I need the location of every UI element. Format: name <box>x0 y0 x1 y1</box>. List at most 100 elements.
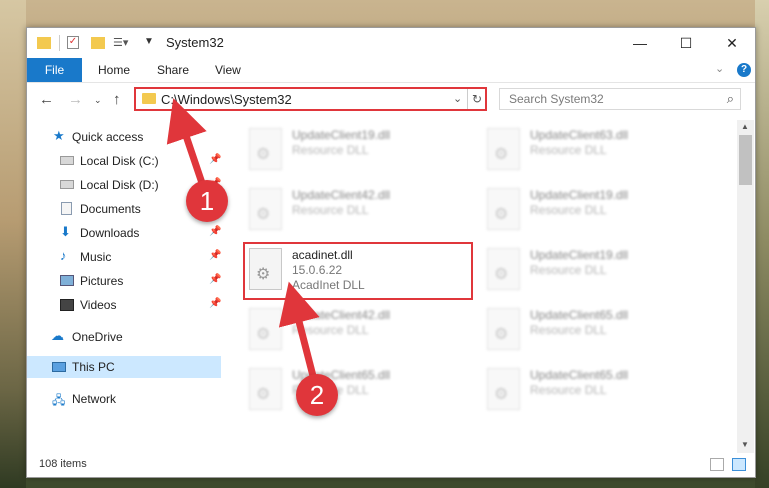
sidebar-item-label: This PC <box>72 360 115 374</box>
navigation-bar: ← → ⌄ ↑ C:\Windows\System32 ⌄ ↻ Search S… <box>27 83 755 117</box>
file-description: Resource DLL <box>530 263 607 277</box>
new-folder-icon[interactable] <box>91 37 105 49</box>
address-dropdown-icon[interactable]: ⌄ <box>453 92 462 105</box>
recent-locations-chevron-icon[interactable]: ⌄ <box>94 95 102 106</box>
forward-arrow-icon[interactable]: → <box>68 91 83 108</box>
file-name: UpdateClient19.dll <box>530 248 629 262</box>
maximize-button[interactable]: ☐ <box>663 28 709 58</box>
file-name: UpdateClient42.dll <box>292 188 391 202</box>
dll-file-icon: ⚙ <box>249 188 282 230</box>
file-name: UpdateClient65.dll <box>530 368 629 382</box>
file-description: Resource DLL <box>530 143 607 157</box>
pin-icon[interactable]: 📌 <box>209 226 221 237</box>
dll-file-icon: ⚙ <box>487 308 520 350</box>
properties-icon[interactable]: ✓ <box>67 36 79 49</box>
file-tile[interactable]: ⚙ UpdateClient19.dll Resource DLL <box>487 184 717 234</box>
gear-icon: ⚙ <box>256 146 271 163</box>
pin-icon[interactable]: 📌 <box>209 250 221 261</box>
file-name: UpdateClient19.dll <box>292 128 391 142</box>
tab-view[interactable]: View <box>215 58 241 82</box>
highlight-box-acadinet <box>243 242 473 300</box>
sidebar-item-videos[interactable]: Videos 📌 <box>27 294 221 316</box>
ribbon: File Home Share View ⌄ ? <box>27 58 755 83</box>
refresh-icon[interactable]: ↻ <box>467 89 486 109</box>
file-description: Resource DLL <box>530 203 607 217</box>
step-2-badge: 2 <box>296 374 338 416</box>
pin-icon[interactable]: 📌 <box>209 154 221 165</box>
file-name: UpdateClient65.dll <box>530 308 629 322</box>
gear-icon: ⚙ <box>256 206 271 223</box>
sidebar-item-onedrive[interactable]: ☁ OneDrive <box>27 326 221 348</box>
file-tile[interactable]: ⚙ UpdateClient19.dll Resource DLL <box>487 244 717 294</box>
tab-share[interactable]: Share <box>157 58 189 82</box>
scrollbar-thumb[interactable] <box>739 135 752 185</box>
sidebar-item-label: Downloads <box>80 226 140 240</box>
computer-icon <box>52 362 66 372</box>
file-description: Resource DLL <box>530 323 607 337</box>
file-explorer-window: ✓ ☰▾ ▼ System32 — ☐ ✕ File Home Share Vi… <box>26 27 756 478</box>
address-path[interactable]: C:\Windows\System32 <box>161 92 292 107</box>
sidebar-item-label: OneDrive <box>72 330 123 344</box>
back-arrow-icon[interactable]: ← <box>39 91 54 108</box>
details-view-icon[interactable] <box>710 458 724 471</box>
dll-file-icon: ⚙ <box>487 368 520 410</box>
file-tile[interactable]: ⚙ UpdateClient63.dll Resource DLL <box>487 124 717 174</box>
file-name: UpdateClient42.dll <box>292 308 391 322</box>
dll-file-icon: ⚙ <box>249 368 282 410</box>
close-button[interactable]: ✕ <box>709 28 755 58</box>
large-icons-view-icon[interactable] <box>732 458 746 471</box>
videos-icon <box>60 299 74 311</box>
vertical-scrollbar[interactable]: ▲ ▼ <box>737 120 754 453</box>
help-icon[interactable]: ? <box>737 63 751 77</box>
pin-icon[interactable]: 📌 <box>209 298 221 309</box>
scroll-up-arrow-icon[interactable]: ▲ <box>741 122 749 131</box>
step-1-badge: 1 <box>186 180 228 222</box>
file-tile[interactable]: ⚙ UpdateClient65.dll Resource DLL <box>487 364 717 414</box>
file-tile[interactable]: ⚙ UpdateClient42.dll Resource DLL <box>249 184 479 234</box>
sidebar-item-downloads[interactable]: ⬇ Downloads 📌 <box>27 222 221 244</box>
up-arrow-icon[interactable]: ↑ <box>113 91 121 108</box>
dll-file-icon: ⚙ <box>487 248 520 290</box>
pin-icon[interactable]: 📌 <box>209 274 221 285</box>
search-icon[interactable]: ⌕ <box>727 91 734 107</box>
onedrive-icon: ☁ <box>51 328 64 343</box>
file-tile[interactable]: ⚙ UpdateClient65.dll Resource DLL <box>487 304 717 354</box>
item-count: 108 items <box>39 458 87 470</box>
dll-file-icon: ⚙ <box>487 188 520 230</box>
status-bar: 108 items <box>27 453 755 477</box>
folder-icon <box>142 93 156 104</box>
sidebar-item-this-pc[interactable]: This PC <box>27 356 221 378</box>
sidebar-item-quick-access[interactable]: ★ Quick access <box>27 126 221 148</box>
sidebar-item-label: Local Disk (C:) <box>80 154 159 168</box>
scroll-down-arrow-icon[interactable]: ▼ <box>741 440 749 449</box>
file-description: Resource DLL <box>292 143 369 157</box>
sidebar-item-local-disk-c[interactable]: Local Disk (C:) 📌 <box>27 150 221 172</box>
file-description: Resource DLL <box>530 383 607 397</box>
expand-ribbon-chevron-icon[interactable]: ⌄ <box>715 62 724 75</box>
gear-icon: ⚙ <box>494 266 509 283</box>
downloads-icon: ⬇ <box>60 224 71 239</box>
file-tile[interactable]: ⚙ UpdateClient42.dll Resource DLL <box>249 304 479 354</box>
file-tile[interactable]: ⚙ UpdateClient19.dll Resource DLL <box>249 124 479 174</box>
desktop-background-right <box>755 0 769 488</box>
gear-icon: ⚙ <box>494 146 509 163</box>
file-tile[interactable]: ⚙ UpdateClient65.dll Resource DLL <box>249 364 479 414</box>
sidebar-item-label: Network <box>72 392 117 406</box>
desktop-background <box>0 0 26 488</box>
documents-icon <box>61 202 72 215</box>
customize-toolbar-icon[interactable]: ☰▾ <box>113 36 129 52</box>
sidebar-item-network[interactable]: 🖧 Network <box>27 388 221 410</box>
tab-file[interactable]: File <box>27 58 82 82</box>
tab-home[interactable]: Home <box>98 58 130 82</box>
gear-icon: ⚙ <box>256 386 271 403</box>
star-icon: ★ <box>53 128 65 143</box>
sidebar-item-music[interactable]: ♪ Music 📌 <box>27 246 221 268</box>
address-bar[interactable]: C:\Windows\System32 ⌄ ↻ <box>134 87 487 111</box>
search-box[interactable]: Search System32 ⌕ <box>499 88 741 110</box>
sidebar-item-pictures[interactable]: Pictures 📌 <box>27 270 221 292</box>
quick-access-dropdown-icon[interactable]: ▼ <box>144 36 154 52</box>
network-icon: 🖧 <box>52 393 66 407</box>
search-placeholder[interactable]: Search System32 <box>509 92 604 106</box>
minimize-button[interactable]: — <box>617 28 663 58</box>
gear-icon: ⚙ <box>494 326 509 343</box>
